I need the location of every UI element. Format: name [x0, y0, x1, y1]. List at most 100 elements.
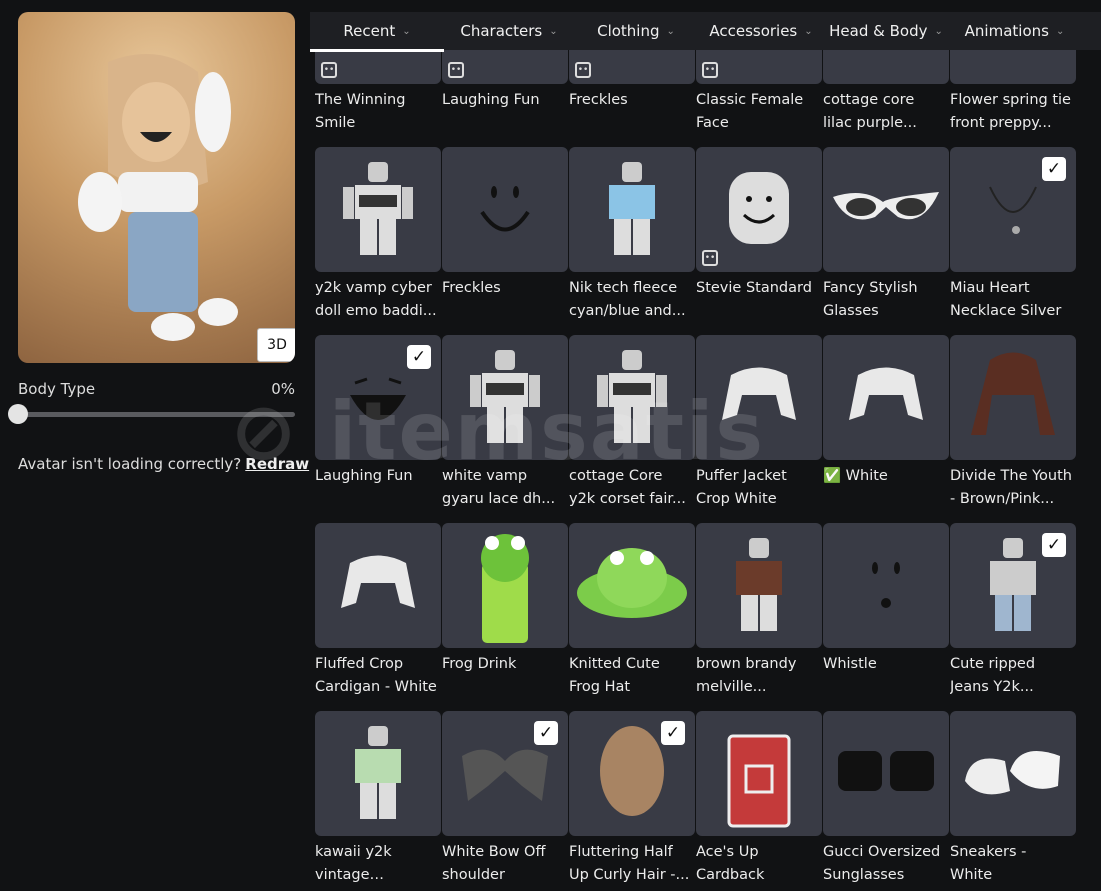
item-card[interactable]: ✓ White Bow Off shoulder	[442, 711, 568, 891]
item-name: kawaii y2k vintage sweate...	[315, 844, 392, 883]
item-thumbnail[interactable]	[950, 335, 1076, 460]
item-card[interactable]: Ace's Up Cardback	[696, 711, 822, 891]
face-icon: ••	[575, 62, 591, 78]
item-image	[736, 538, 782, 631]
item-name: Sneakers - White	[950, 844, 1027, 883]
item-name: cottage core lilac purple...	[823, 92, 917, 131]
item-thumbnail[interactable]	[569, 147, 695, 272]
item-card[interactable]: brown brandy melville...	[696, 523, 822, 711]
item-thumbnail[interactable]	[442, 523, 568, 648]
tab-label: Accessories	[709, 22, 798, 40]
tab-label: Characters	[460, 22, 543, 40]
item-name: Divide The Youth - Brown/Pink...	[950, 468, 1072, 507]
item-image	[480, 186, 530, 232]
item-card[interactable]: Knitted Cute Frog Hat	[569, 523, 695, 711]
item-card[interactable]: Nik tech fleece cyan/blue and...	[569, 147, 695, 335]
item-name: Freckles	[569, 92, 628, 108]
item-thumbnail[interactable]	[950, 711, 1076, 836]
item-thumbnail[interactable]	[569, 523, 695, 648]
item-card[interactable]: Divide The Youth - Brown/Pink...	[950, 335, 1076, 523]
item-card[interactable]: white vamp gyaru lace dh...	[442, 335, 568, 523]
item-thumbnail[interactable]	[823, 523, 949, 648]
item-card[interactable]: Fluffed Crop Cardigan - White	[315, 523, 441, 711]
item-card[interactable]: Whistle	[823, 523, 949, 711]
item-card[interactable]: Sneakers - White	[950, 711, 1076, 891]
item-card[interactable]: Freckles	[442, 147, 568, 335]
item-name: Whistle	[823, 656, 877, 672]
3d-view-button[interactable]: 3D	[257, 328, 295, 362]
item-card[interactable]: ✓ Cute ripped Jeans Y2k...	[950, 523, 1076, 711]
item-thumbnail[interactable]: ✓	[950, 147, 1076, 272]
tab-recent[interactable]: Recent ⌄	[310, 12, 444, 52]
item-card[interactable]: •• Classic Female Face	[696, 50, 822, 147]
item-card[interactable]: y2k vamp cyber doll emo baddi...	[315, 147, 441, 335]
tab-animations[interactable]: Animations ⌄	[948, 12, 1081, 50]
item-card[interactable]: ✓ Miau Heart Necklace Silver	[950, 147, 1076, 335]
item-name: Laughing Fun	[442, 92, 540, 108]
item-thumbnail[interactable]	[696, 523, 822, 648]
item-thumbnail[interactable]	[823, 711, 949, 836]
redraw-link[interactable]: Redraw	[245, 455, 309, 473]
item-thumbnail[interactable]	[315, 523, 441, 648]
item-card[interactable]: Puffer Jacket Crop White	[696, 335, 822, 523]
item-thumbnail[interactable]	[315, 147, 441, 272]
item-card[interactable]: cottage Core y2k corset fair...	[569, 335, 695, 523]
item-name: Freckles	[442, 280, 501, 296]
item-card[interactable]: •• Freckles	[569, 50, 695, 147]
item-thumbnail[interactable]: ••	[696, 50, 822, 84]
body-type-value: 0%	[271, 380, 295, 398]
item-card[interactable]: •• Stevie Standard	[696, 147, 822, 335]
item-image	[833, 192, 939, 220]
item-card[interactable]: cottage core lilac purple...	[823, 50, 949, 147]
item-image	[577, 548, 687, 618]
item-card[interactable]: Gucci Oversized Sunglasses	[823, 711, 949, 891]
item-thumbnail[interactable]	[696, 335, 822, 460]
chevron-down-icon: ⌄	[804, 25, 813, 37]
item-thumbnail[interactable]	[823, 335, 949, 460]
item-card[interactable]: ✓ Fluttering Half Up Curly Hair -...	[569, 711, 695, 891]
item-card[interactable]: •• The Winning Smile	[315, 50, 441, 147]
tab-clothing[interactable]: Clothing ⌄	[574, 12, 698, 50]
item-thumbnail[interactable]	[823, 50, 949, 84]
item-card[interactable]: ✓ Laughing Fun	[315, 335, 441, 523]
chevron-down-icon: ⌄	[1055, 25, 1065, 37]
item-card[interactable]: kawaii y2k vintage sweate...	[315, 711, 441, 891]
item-image	[481, 534, 529, 643]
item-thumbnail[interactable]	[569, 335, 695, 460]
item-thumbnail[interactable]	[696, 711, 822, 836]
redraw-prompt: Avatar isn't loading correctly? Redraw	[18, 455, 309, 473]
item-thumbnail[interactable]: ••	[442, 50, 568, 84]
item-thumbnail[interactable]	[315, 711, 441, 836]
item-card[interactable]: •• Laughing Fun	[442, 50, 568, 147]
item-grid-scroll[interactable]: •• The Winning Smile •• Laughing Fun •• Freck…	[310, 50, 1101, 891]
tab-characters[interactable]: Characters ⌄	[444, 12, 574, 50]
item-name: Nik tech fleece cyan/blue and...	[569, 280, 686, 319]
item-thumbnail[interactable]	[442, 147, 568, 272]
item-name: Miau Heart Necklace Silver	[950, 280, 1062, 319]
item-card[interactable]: Frog Drink	[442, 523, 568, 711]
item-image	[950, 50, 1076, 84]
item-thumbnail[interactable]	[442, 335, 568, 460]
item-thumbnail[interactable]	[950, 50, 1076, 84]
tab-head-body[interactable]: Head & Body ⌄	[824, 12, 948, 50]
item-thumbnail[interactable]	[823, 147, 949, 272]
item-thumbnail[interactable]: ✓	[442, 711, 568, 836]
slider-thumb[interactable]	[8, 404, 28, 424]
tab-label: Head & Body	[829, 22, 928, 40]
tab-label: Recent	[343, 22, 396, 40]
item-card[interactable]: Fancy Stylish Glasses	[823, 147, 949, 335]
item-thumbnail[interactable]: ✓	[569, 711, 695, 836]
item-card[interactable]: ✅ White	[823, 335, 949, 523]
item-thumbnail[interactable]: ✓	[950, 523, 1076, 648]
item-thumbnail[interactable]: ••	[569, 50, 695, 84]
item-thumbnail[interactable]: ••	[696, 147, 822, 272]
item-name: cottage Core y2k corset fair...	[569, 468, 686, 507]
item-card[interactable]: Flower spring tie front preppy...	[950, 50, 1076, 147]
item-name: white vamp gyaru lace dh...	[442, 468, 556, 507]
item-thumbnail[interactable]: ✓	[315, 335, 441, 460]
item-thumbnail[interactable]: ••	[315, 50, 441, 84]
tab-accessories[interactable]: Accessories ⌄	[698, 12, 824, 50]
item-name: Stevie Standard	[696, 280, 812, 296]
body-type-slider[interactable]	[8, 404, 295, 424]
item-image	[597, 350, 667, 443]
